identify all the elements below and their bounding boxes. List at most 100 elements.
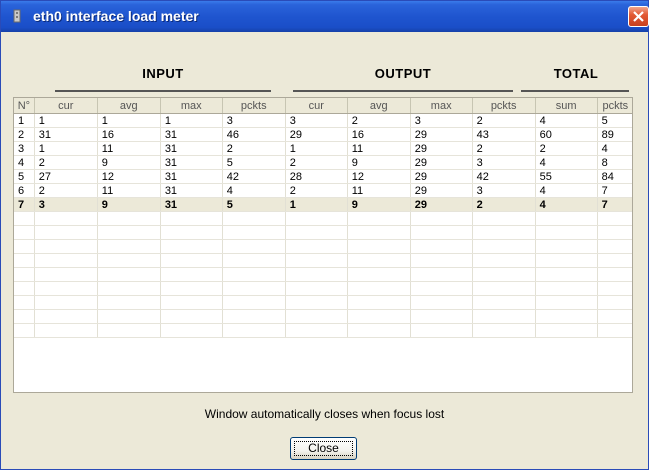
empty-cell — [347, 309, 411, 324]
table-cell: 9 — [97, 197, 161, 212]
table-cell: 27 — [34, 169, 98, 184]
empty-cell — [222, 211, 286, 226]
empty-cell — [222, 239, 286, 254]
table-cell: 12 — [347, 169, 411, 184]
empty-cell — [222, 309, 286, 324]
table-cell: 3 — [472, 183, 536, 198]
column-header[interactable]: avg — [97, 98, 161, 114]
empty-cell — [222, 281, 286, 296]
table-row[interactable]: 2 31 16 31 46 29 16 29 43 60 89 — [14, 127, 632, 142]
empty-cell — [410, 267, 473, 282]
column-header[interactable]: pckts — [597, 98, 632, 114]
empty-cell — [222, 253, 286, 268]
empty-cell — [34, 253, 98, 268]
table-cell: 3 — [222, 113, 286, 128]
empty-cell — [597, 253, 632, 268]
empty-cell — [97, 323, 161, 338]
table-cell: 2 — [472, 141, 536, 156]
empty-cell — [597, 267, 632, 282]
empty-cell — [597, 281, 632, 296]
table-cell: 9 — [347, 197, 411, 212]
total-group-rule — [521, 90, 629, 92]
table-body: 1 1 1 1 3 3 2 3 2 4 5 2 31 16 31 46 29 16 29 43 60 89 3 1 11 31 2 1… — [14, 113, 632, 338]
table-cell: 11 — [97, 141, 161, 156]
table-cell: 16 — [97, 127, 161, 142]
empty-cell — [472, 253, 536, 268]
column-header[interactable]: N° — [14, 98, 35, 114]
empty-cell — [535, 239, 598, 254]
auto-close-message: Window automatically closes when focus l… — [204, 407, 445, 421]
empty-cell — [472, 211, 536, 226]
table-cell: 60 — [535, 127, 598, 142]
table-cell: 55 — [535, 169, 598, 184]
empty-cell — [285, 225, 348, 240]
column-header[interactable]: max — [160, 98, 223, 114]
column-header[interactable]: max — [410, 98, 473, 114]
column-header[interactable]: pckts — [222, 98, 286, 114]
empty-cell — [160, 323, 223, 338]
table-cell: 3 — [472, 155, 536, 170]
empty-cell — [97, 225, 161, 240]
network-icon — [13, 9, 21, 23]
empty-cell — [535, 295, 598, 310]
table-cell: 2 — [472, 113, 536, 128]
table-row[interactable]: 7 3 9 31 5 1 9 29 2 4 7 — [14, 197, 632, 212]
input-group-rule — [55, 90, 271, 92]
title-bar[interactable]: eth0 interface load meter — [1, 1, 649, 32]
empty-cell — [597, 295, 632, 310]
table-cell: 4 — [597, 141, 632, 156]
table-row[interactable]: 3 1 11 31 2 1 11 29 2 2 4 — [14, 141, 632, 156]
empty-cell — [14, 267, 35, 282]
empty-cell — [410, 281, 473, 296]
table-cell: 89 — [597, 127, 632, 142]
table-cell: 29 — [410, 169, 473, 184]
column-header[interactable]: pckts — [472, 98, 536, 114]
table-cell: 1 — [285, 197, 348, 212]
empty-cell — [160, 225, 223, 240]
load-table[interactable]: N° cur avg max pckts cur avg max pckts sum pckts 1… — [13, 97, 633, 393]
column-header[interactable]: avg — [347, 98, 411, 114]
column-header[interactable]: sum — [535, 98, 598, 114]
table-cell: 29 — [285, 127, 348, 142]
empty-cell — [535, 309, 598, 324]
table-cell: 28 — [285, 169, 348, 184]
table-cell: 4 — [535, 155, 598, 170]
table-row[interactable]: 4 2 9 31 5 2 9 29 3 4 8 — [14, 155, 632, 170]
empty-cell — [285, 295, 348, 310]
table-cell: 9 — [347, 155, 411, 170]
close-button[interactable]: Close — [290, 437, 357, 460]
table-cell: 2 — [14, 127, 35, 142]
table-cell: 2 — [34, 155, 98, 170]
column-header[interactable]: cur — [285, 98, 348, 114]
close-window-button[interactable] — [628, 6, 649, 27]
empty-cell — [14, 281, 35, 296]
table-cell: 1 — [97, 113, 161, 128]
table-cell: 4 — [535, 183, 598, 198]
table-cell: 8 — [597, 155, 632, 170]
empty-cell — [14, 309, 35, 324]
empty-cell — [472, 267, 536, 282]
table-cell: 29 — [410, 197, 473, 212]
empty-cell — [160, 295, 223, 310]
column-header[interactable]: cur — [34, 98, 98, 114]
table-cell: 3 — [14, 141, 35, 156]
empty-row — [14, 309, 632, 324]
empty-cell — [347, 253, 411, 268]
empty-cell — [97, 211, 161, 226]
table-cell: 1 — [14, 113, 35, 128]
empty-cell — [410, 211, 473, 226]
empty-cell — [97, 295, 161, 310]
window-title: eth0 interface load meter — [33, 8, 199, 24]
empty-cell — [34, 267, 98, 282]
empty-cell — [472, 309, 536, 324]
table-header-row: N° cur avg max pckts cur avg max pckts sum pckts — [14, 98, 632, 114]
empty-cell — [160, 253, 223, 268]
table-row[interactable]: 5 27 12 31 42 28 12 29 42 55 84 — [14, 169, 632, 184]
table-row[interactable]: 11113323245 — [14, 113, 632, 128]
empty-cell — [97, 281, 161, 296]
empty-cell — [222, 225, 286, 240]
load-meter-window: eth0 interface load meter INPUT OUTPUT T… — [0, 0, 649, 470]
table-row[interactable]: 6 2 11 31 4 2 11 29 3 4 7 — [14, 183, 632, 198]
empty-cell — [14, 253, 35, 268]
empty-cell — [347, 295, 411, 310]
